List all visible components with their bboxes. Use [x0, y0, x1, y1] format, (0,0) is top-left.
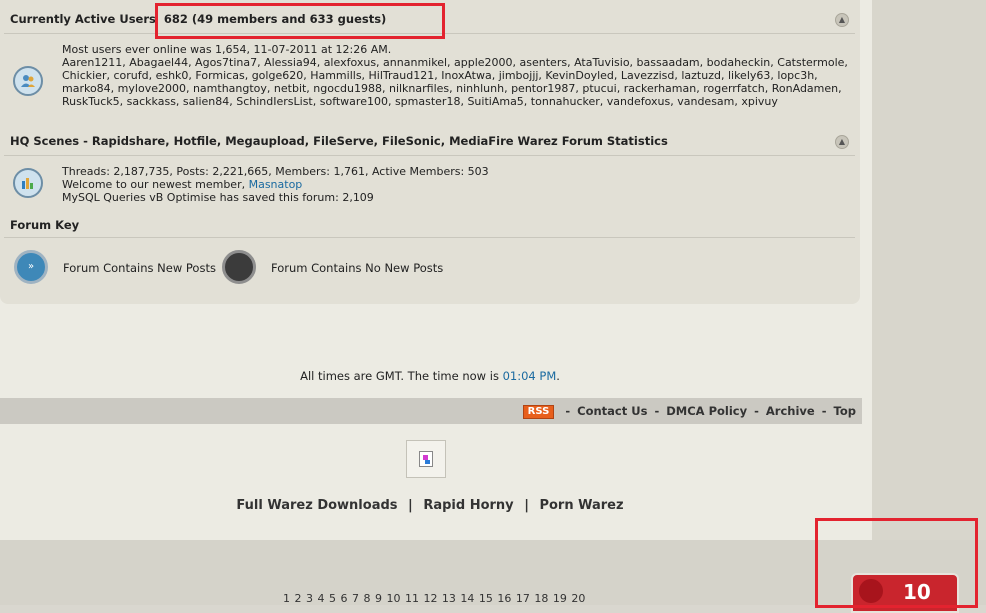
statistics-content: Threads: 2,187,735, Posts: 2,221,665, Me… — [62, 165, 852, 204]
time-prefix: All times are GMT. The time now is — [300, 369, 499, 383]
section-divider — [4, 237, 855, 238]
pagination[interactable]: 1 2 3 4 5 6 7 8 9 10 11 12 13 14 15 16 1… — [283, 592, 585, 605]
mysql-saved-text: MySQL Queries vB Optimise has saved this… — [62, 191, 374, 204]
highlight-box-counter — [815, 518, 978, 608]
time-suffix: . — [556, 369, 560, 383]
footer-links: RSS - Contact Us - DMCA Policy - Archive… — [522, 404, 856, 419]
no-new-posts-label: Forum Contains No New Posts — [271, 261, 444, 275]
most-users-ever-text: Most users ever online was 1,654, 11-07-… — [62, 43, 392, 56]
welcome-text: Welcome to our newest member, — [62, 178, 246, 191]
top-link[interactable]: Top — [834, 404, 856, 418]
statistics-title: HQ Scenes - Rapidshare, Hotfile, Megaupl… — [10, 134, 668, 148]
forum-key-title: Forum Key — [10, 218, 80, 232]
new-posts-icon: » — [14, 250, 48, 284]
active-users-content: Most users ever online was 1,654, 11-07-… — [62, 43, 852, 108]
porn-warez-link[interactable]: Porn Warez — [539, 498, 623, 513]
server-time: All times are GMT. The time now is 01:04… — [0, 369, 860, 383]
right-gutter — [872, 0, 986, 540]
rapid-horny-link[interactable]: Rapid Horny — [423, 498, 513, 513]
newest-member-line: Welcome to our newest member, Masnatop — [62, 178, 852, 191]
statistics-icon — [13, 168, 43, 198]
footer-separator: - — [821, 404, 827, 418]
promo-separator: | — [524, 498, 529, 513]
users-online-icon — [13, 66, 43, 96]
collapse-active-users-button[interactable]: ▲ — [835, 13, 849, 27]
broken-image-icon[interactable] — [406, 440, 446, 478]
footer-separator: - — [754, 404, 759, 418]
active-members-list[interactable]: Aaren1211, Abagael44, Agos7tina7, Alessi… — [62, 56, 852, 108]
no-new-posts-icon — [222, 250, 256, 284]
new-posts-label: Forum Contains New Posts — [63, 261, 216, 275]
contact-us-link[interactable]: Contact Us — [577, 404, 647, 418]
dmca-policy-link[interactable]: DMCA Policy — [666, 404, 747, 418]
newest-member-link[interactable]: Masnatop — [249, 178, 303, 191]
highlight-box-user-count — [155, 3, 445, 39]
promo-links: Full Warez Downloads | Rapid Horny | Por… — [0, 498, 860, 513]
statistics-counts: Threads: 2,187,735, Posts: 2,221,665, Me… — [62, 165, 489, 178]
promo-separator: | — [408, 498, 413, 513]
full-warez-downloads-link[interactable]: Full Warez Downloads — [236, 498, 397, 513]
collapse-statistics-button[interactable]: ▲ — [835, 135, 849, 149]
current-time: 01:04 PM — [502, 369, 557, 383]
forum-info-panel: Currently Active Users 682 (49 members a… — [0, 0, 860, 304]
footer-separator: - — [654, 404, 660, 418]
footer-bar: RSS - Contact Us - DMCA Policy - Archive… — [0, 398, 862, 424]
archive-link[interactable]: Archive — [766, 404, 815, 418]
footer-separator: - — [565, 404, 571, 418]
section-divider — [4, 155, 855, 156]
rss-icon[interactable]: RSS — [522, 405, 555, 419]
active-users-label: Currently Active Users — [10, 12, 156, 26]
